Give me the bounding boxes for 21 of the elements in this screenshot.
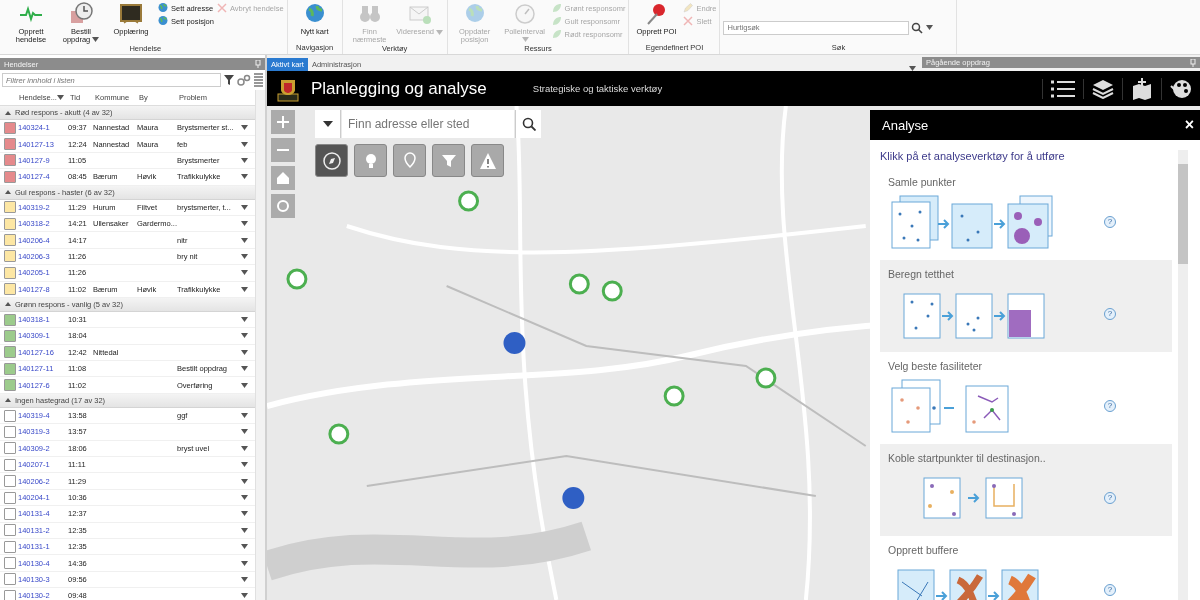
tool-title: Samle punkter: [888, 176, 956, 188]
analysis-tool[interactable]: Velg beste fasiliteter ?: [880, 352, 1172, 444]
tool-title: Opprett buffere: [888, 544, 959, 556]
close-button[interactable]: ×: [1184, 116, 1194, 134]
analysis-tool[interactable]: Opprett buffere ?: [880, 536, 1172, 600]
panel-title: Analyse: [882, 117, 929, 133]
address-search-field[interactable]: Finn adresse eller sted: [342, 110, 514, 138]
app-subtitle: Strategiske og taktiske verktøy: [532, 83, 663, 94]
help-button[interactable]: ?: [1104, 216, 1116, 228]
tool-title: Beregn tetthet: [888, 268, 954, 280]
tool-title: Koble startpunkter til destinasjon..: [888, 452, 1046, 464]
help-button[interactable]: ?: [1104, 308, 1116, 320]
app-title: Planlegging og analyse: [311, 78, 487, 99]
analysis-tool[interactable]: Koble startpunkter til destinasjon.. ?: [880, 444, 1172, 536]
tool-title: Velg beste fasiliteter: [888, 360, 982, 372]
help-button[interactable]: ?: [1104, 492, 1116, 504]
instruction-text: Klikk på et analyseverktøy for å utføre: [880, 150, 1066, 162]
analysis-tool[interactable]: Samle punkter ?: [880, 168, 1172, 260]
help-button[interactable]: ?: [1104, 584, 1116, 596]
help-button[interactable]: ?: [1104, 400, 1116, 412]
analysis-tool[interactable]: Beregn tetthet ?: [880, 260, 1172, 352]
